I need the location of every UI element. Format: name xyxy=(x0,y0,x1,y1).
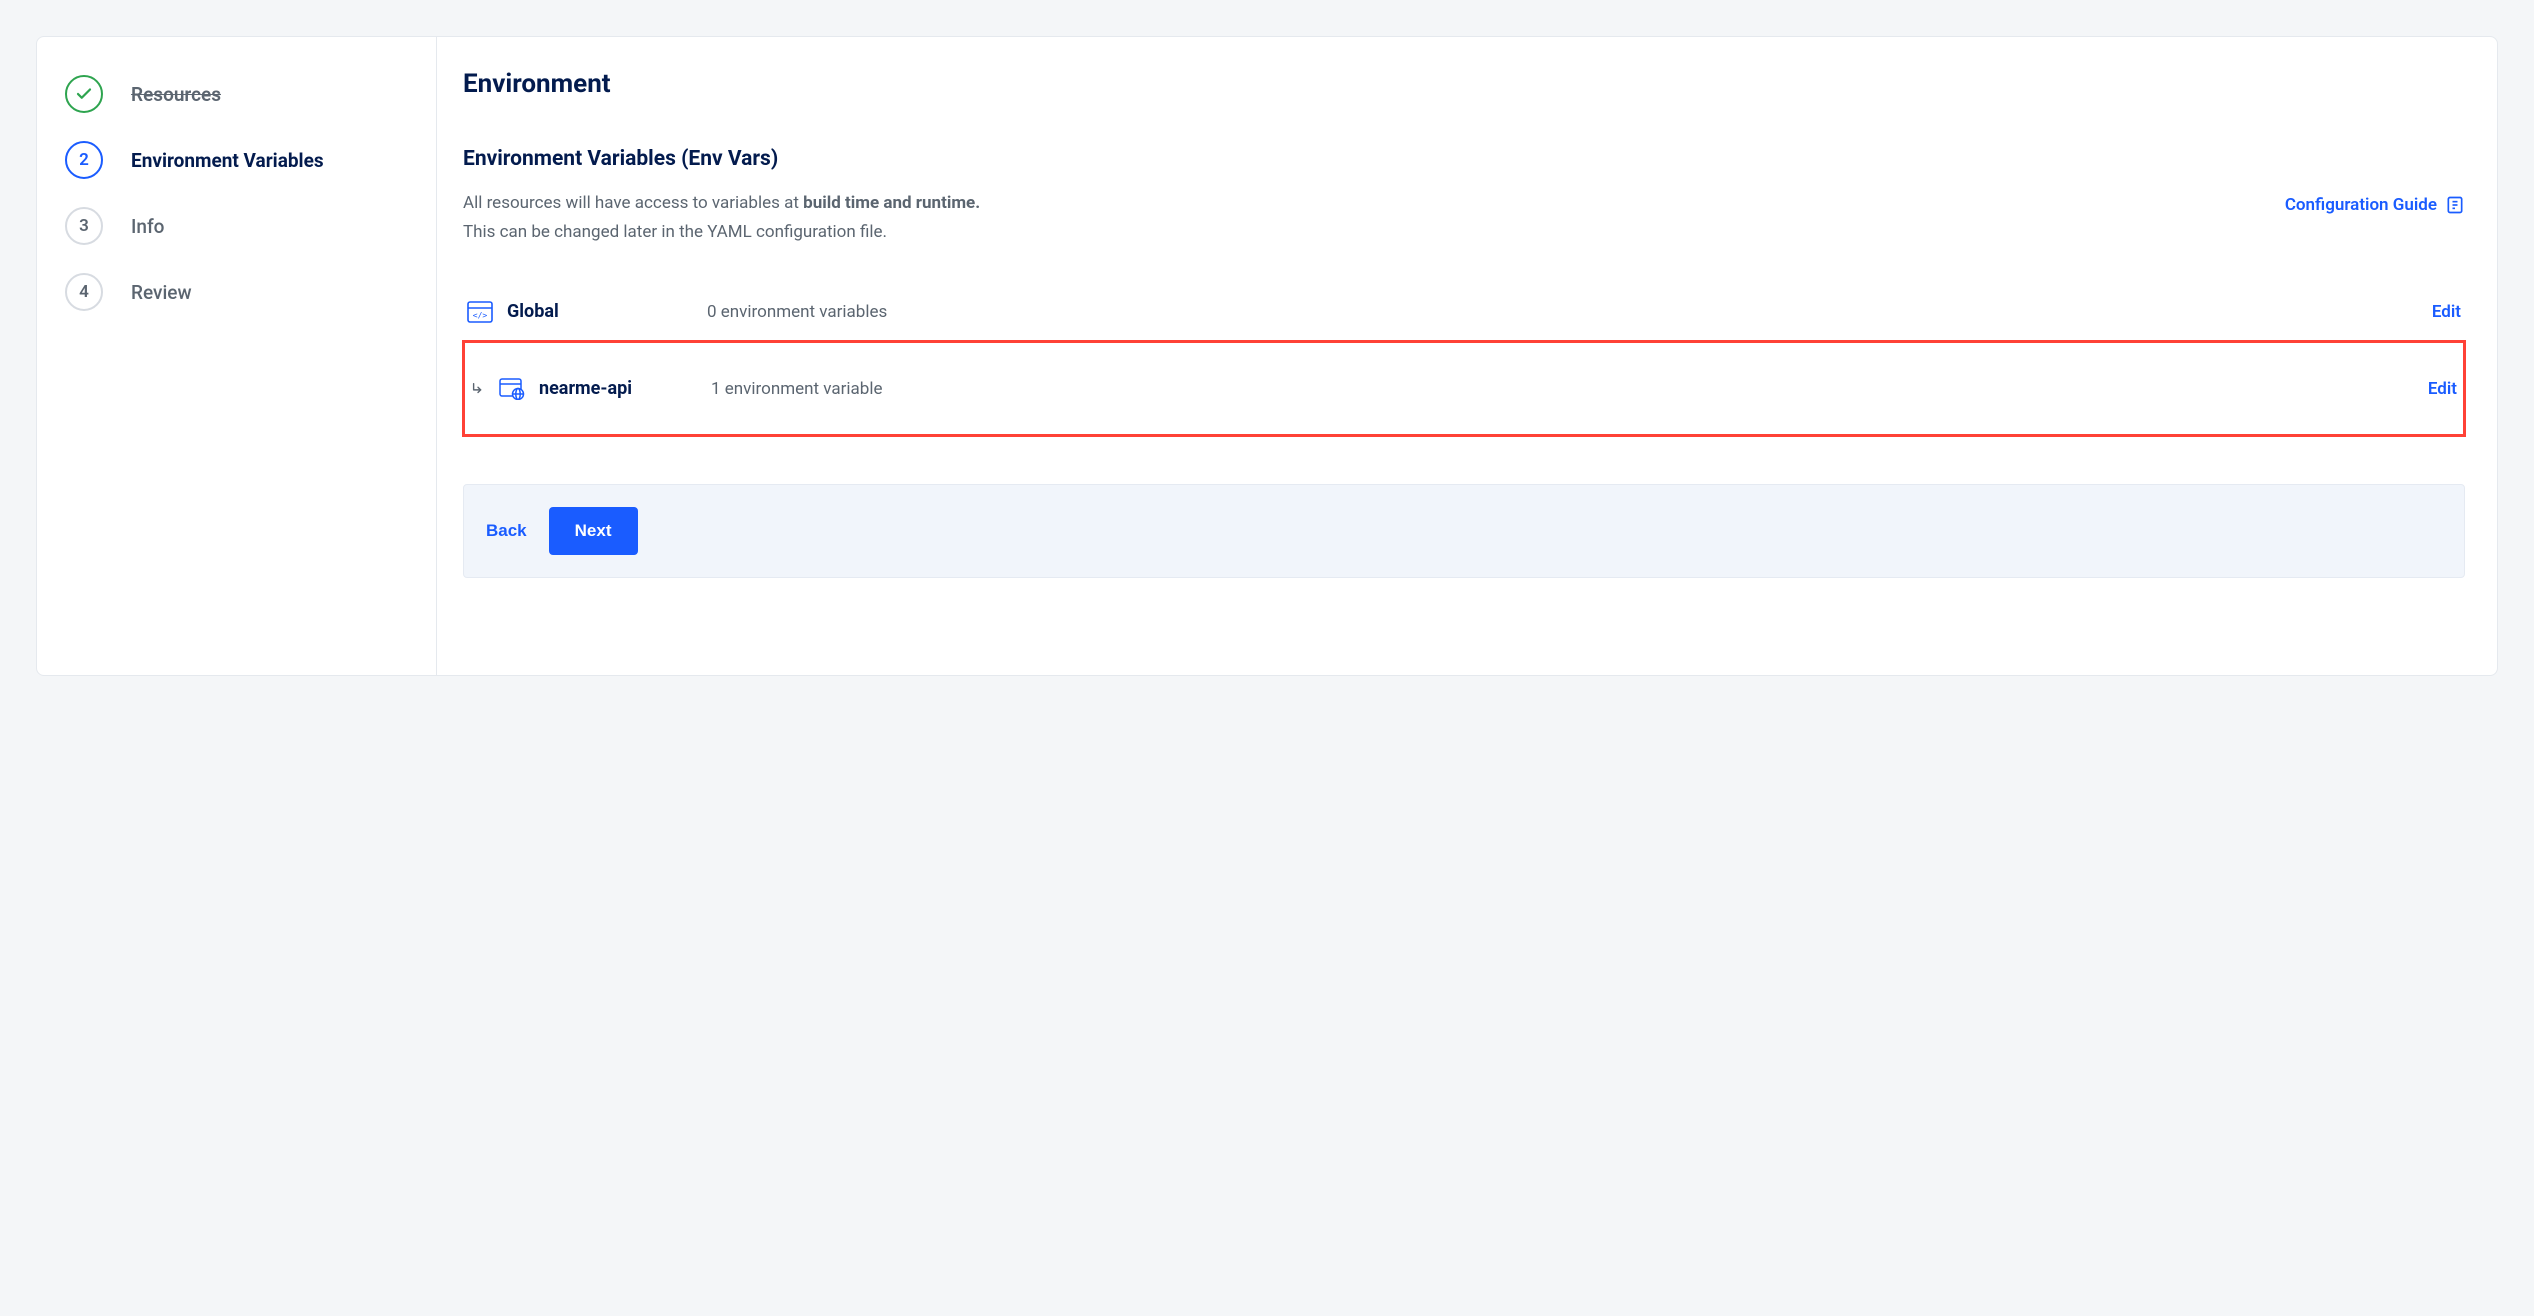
description-row: All resources will have access to variab… xyxy=(463,189,2465,247)
env-row-nearme-api: nearme-api 1 environment variable Edit xyxy=(463,341,2465,436)
document-icon xyxy=(2445,195,2465,215)
indent-arrow-icon xyxy=(471,382,485,396)
step-label: Resources xyxy=(131,83,221,106)
step-number: 3 xyxy=(79,216,89,236)
wizard-card: Resources 2 Environment Variables 3 Info… xyxy=(36,36,2498,676)
edit-link[interactable]: Edit xyxy=(2428,379,2457,399)
description-text: All resources will have access to variab… xyxy=(463,189,980,247)
step-label: Info xyxy=(131,215,164,238)
step-review[interactable]: 4 Review xyxy=(65,259,412,325)
env-row-global: </> Global 0 environment variables Edit xyxy=(463,283,2465,341)
edit-link[interactable]: Edit xyxy=(2432,302,2461,322)
step-environment-variables[interactable]: 2 Environment Variables xyxy=(65,127,412,193)
env-name-cell: </> Global xyxy=(467,301,707,323)
desc-line2: This can be changed later in the YAML co… xyxy=(463,222,887,242)
footer-nav: Back Next xyxy=(463,484,2465,578)
section-title: Environment Variables (Env Vars) xyxy=(463,147,2465,171)
desc-line1-b: build time and runtime. xyxy=(803,193,980,213)
web-service-icon xyxy=(499,378,525,400)
env-name-cell: nearme-api xyxy=(471,378,711,400)
env-name: Global xyxy=(507,301,559,322)
desc-line1-a: All resources will have access to variab… xyxy=(463,193,803,213)
step-info[interactable]: 3 Info xyxy=(65,193,412,259)
env-count: 0 environment variables xyxy=(707,302,2432,322)
step-indicator-upcoming: 3 xyxy=(65,207,103,245)
page-title: Environment xyxy=(463,69,2465,99)
step-number: 2 xyxy=(79,150,89,170)
step-label: Environment Variables xyxy=(131,149,324,172)
step-resources[interactable]: Resources xyxy=(65,61,412,127)
svg-text:</>: </> xyxy=(473,311,488,320)
configuration-guide-link[interactable]: Configuration Guide xyxy=(2285,195,2465,215)
main-content: Environment Environment Variables (Env V… xyxy=(437,37,2497,675)
step-indicator-done xyxy=(65,75,103,113)
step-indicator-current: 2 xyxy=(65,141,103,179)
config-link-text: Configuration Guide xyxy=(2285,195,2437,215)
back-button[interactable]: Back xyxy=(486,521,527,541)
env-var-list: </> Global 0 environment variables Edit xyxy=(463,283,2465,436)
next-button[interactable]: Next xyxy=(549,507,638,555)
steps-sidebar: Resources 2 Environment Variables 3 Info… xyxy=(37,37,437,675)
env-count: 1 environment variable xyxy=(711,379,2428,399)
global-scope-icon: </> xyxy=(467,301,493,323)
step-label: Review xyxy=(131,281,192,304)
step-indicator-upcoming: 4 xyxy=(65,273,103,311)
env-name: nearme-api xyxy=(539,378,632,399)
checkmark-icon xyxy=(75,85,93,103)
step-number: 4 xyxy=(79,282,89,302)
